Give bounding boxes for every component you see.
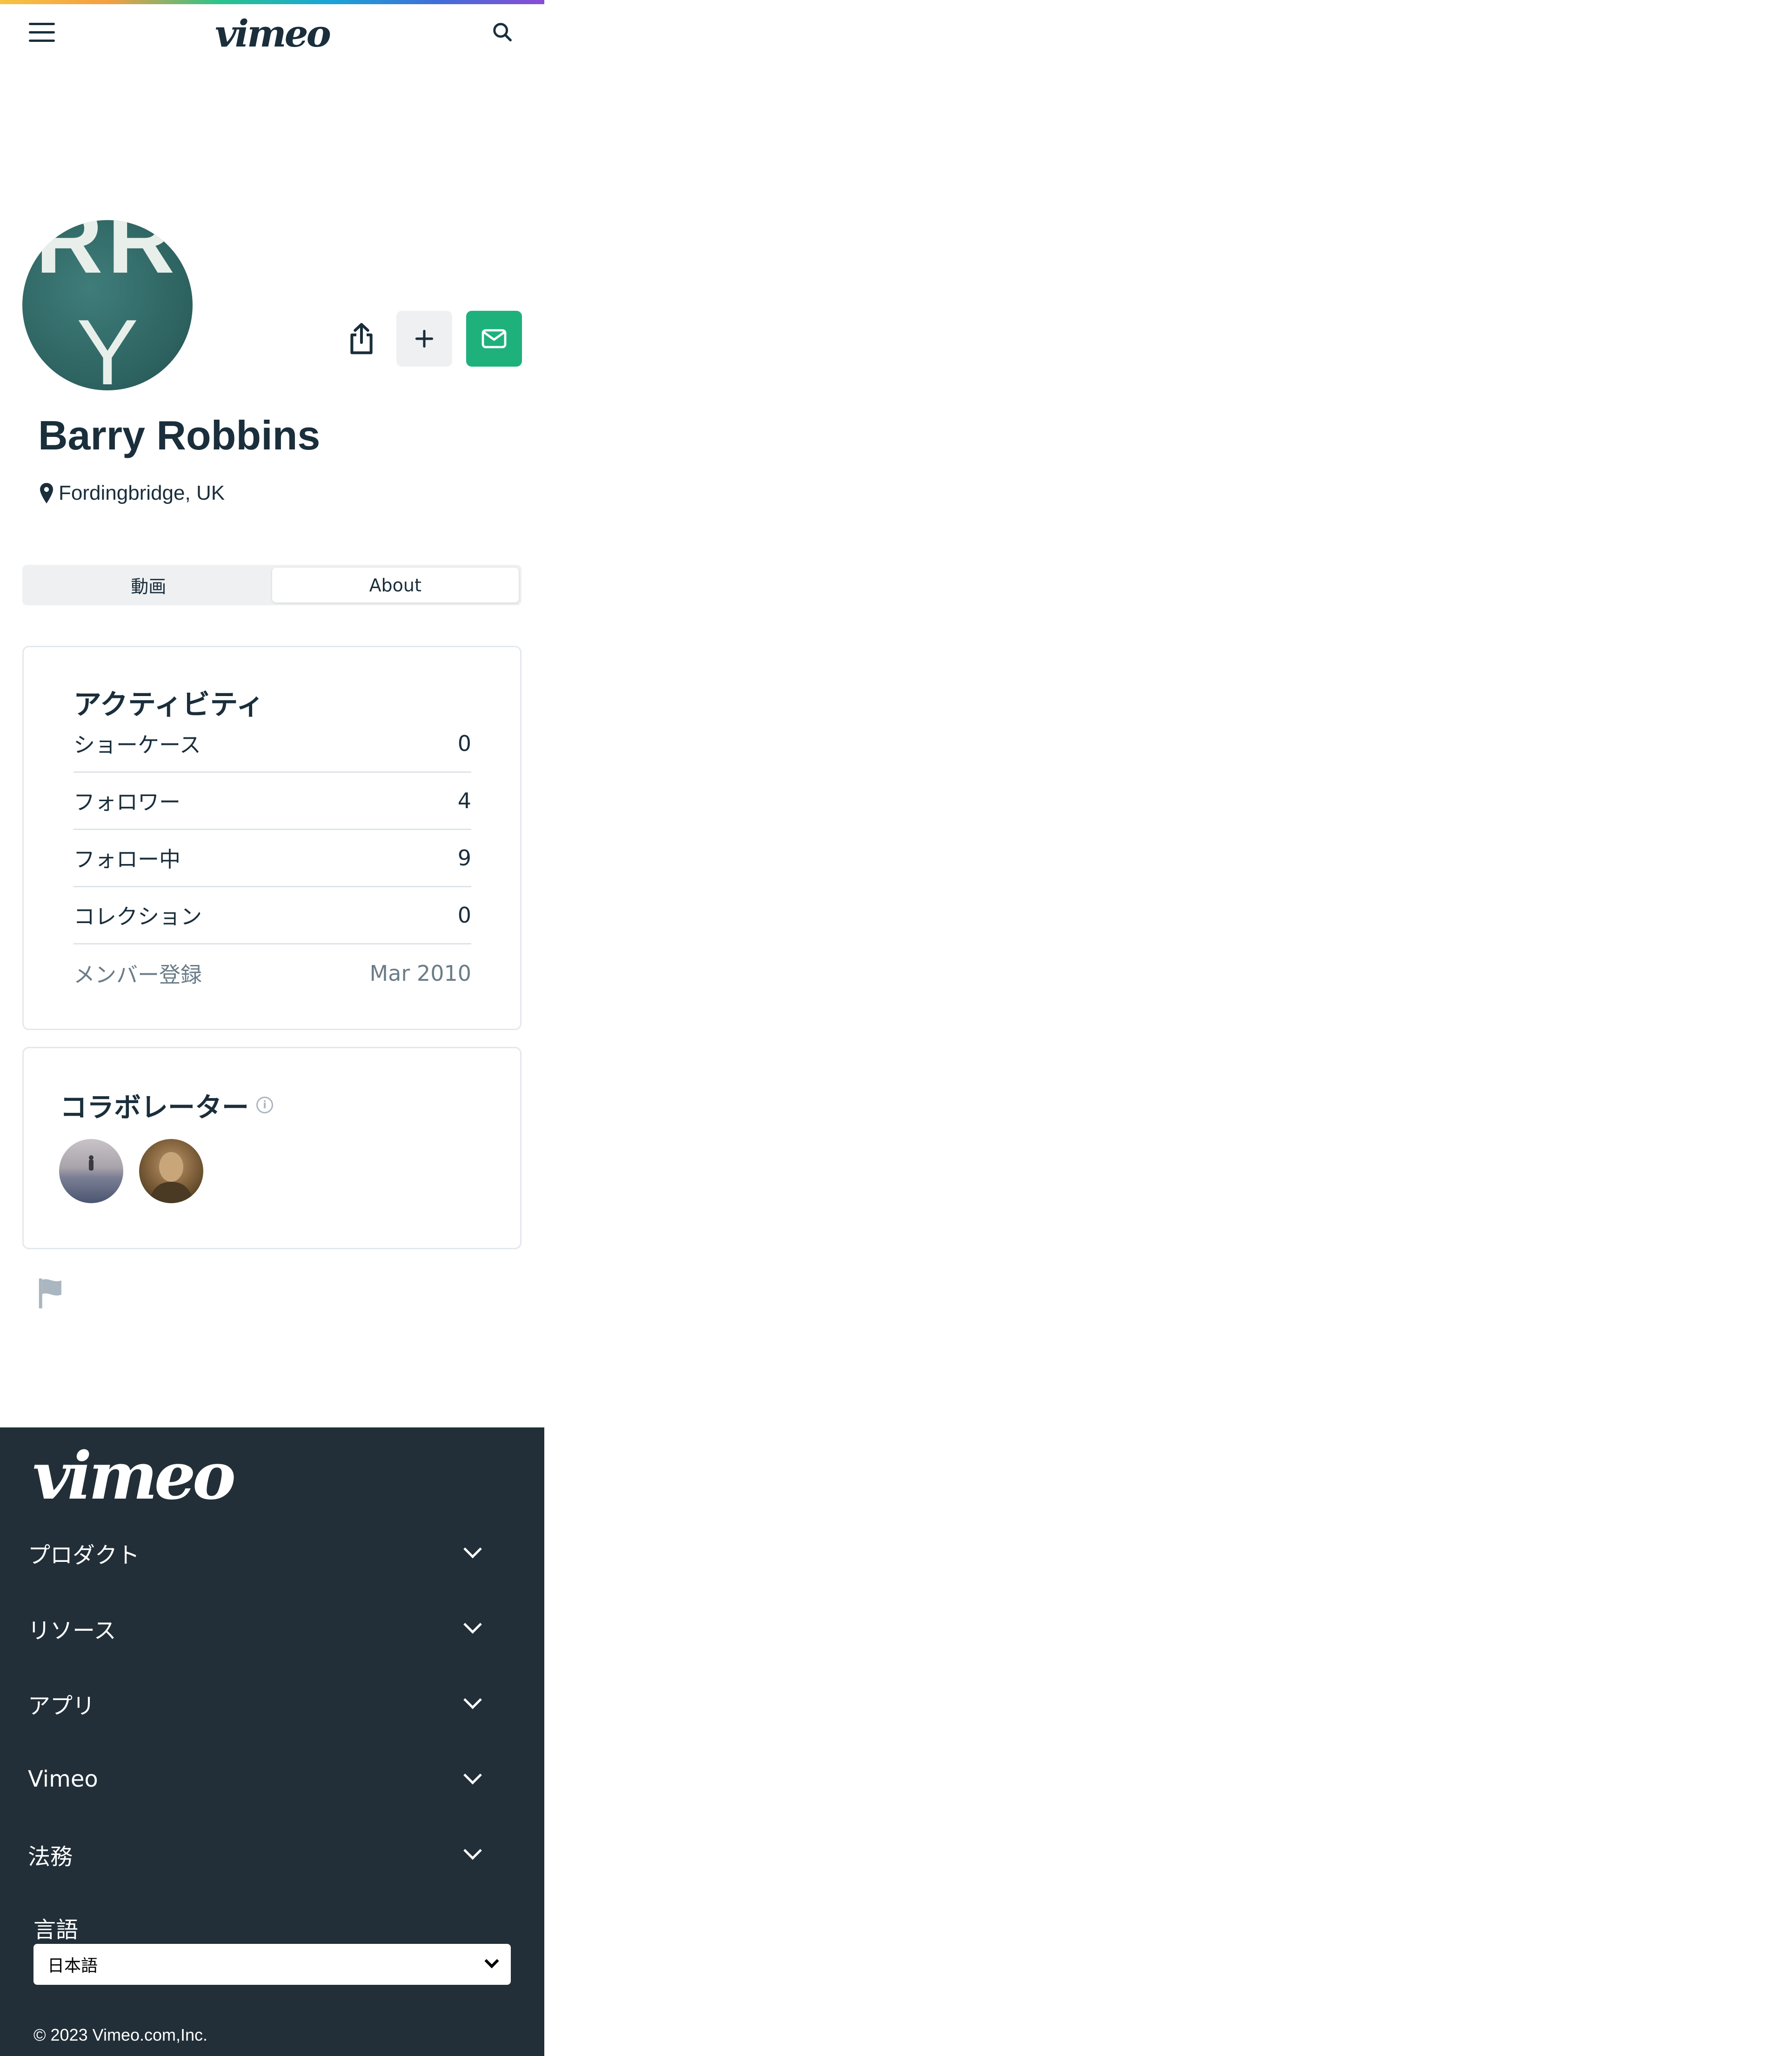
language-label: 言語 — [33, 1917, 79, 1943]
follow-button[interactable] — [396, 311, 452, 367]
stat-row-following[interactable]: フォロー中 9 — [74, 830, 471, 887]
stat-row-collections[interactable]: コレクション 0 — [74, 887, 471, 944]
footer-section-label: リソース — [28, 1618, 116, 1644]
language-selected-value: 日本語 — [47, 1956, 98, 1976]
footer-section-label: アプリ — [28, 1693, 95, 1719]
chevron-down-icon — [463, 1690, 482, 1709]
share-icon — [350, 323, 373, 355]
plus-icon — [415, 329, 434, 348]
collaborators-title-text: コラボレーター — [60, 1092, 249, 1123]
profile-tabs: 動画 About — [22, 565, 522, 605]
mail-icon — [481, 329, 507, 348]
search-icon[interactable] — [481, 16, 523, 48]
footer-section-apps[interactable]: アプリ — [28, 1676, 484, 1732]
footer-section-label: 法務 — [28, 1844, 73, 1870]
top-rainbow-bar — [0, 0, 544, 4]
footer-vimeo-logo[interactable]: vimeo — [33, 1437, 236, 1516]
stat-label: フォロー中 — [74, 847, 181, 872]
stat-row-member-since: メンバー登録 Mar 2010 — [74, 944, 471, 1002]
footer-section-vimeo[interactable]: Vimeo — [28, 1751, 484, 1807]
top-nav-bar: vimeo — [0, 4, 544, 58]
stat-row-showcases[interactable]: ショーケース 0 — [74, 716, 471, 773]
footer-section-legal[interactable]: 法務 — [28, 1827, 484, 1882]
report-flag-icon[interactable] — [37, 1277, 65, 1310]
info-icon[interactable]: i — [256, 1097, 274, 1113]
tab-about[interactable]: About — [272, 568, 519, 603]
location-text: Fordingbridge, UK — [59, 482, 225, 504]
stat-row-followers[interactable]: フォロワー 4 — [74, 773, 471, 830]
footer-section-label: プロダクト — [28, 1542, 140, 1568]
chevron-down-icon — [463, 1841, 482, 1860]
profile-avatar: RR Y — [22, 220, 193, 390]
location-pin-icon — [40, 483, 53, 503]
chevron-down-icon — [463, 1540, 482, 1559]
activity-card: アクティビティ ショーケース 0 フォロワー 4 フォロー中 9 コレクション … — [22, 646, 522, 1030]
avatar-letters-top: RR — [35, 220, 180, 293]
language-select[interactable]: 日本語 — [33, 1944, 511, 1985]
avatar-letters-bottom: Y — [76, 301, 139, 390]
message-button[interactable] — [466, 311, 522, 367]
footer-section-products[interactable]: プロダクト — [28, 1525, 484, 1581]
collaborator-avatar[interactable] — [139, 1139, 203, 1203]
stat-label: フォロワー — [74, 790, 181, 815]
stat-value: 4 — [457, 788, 471, 813]
footer-section-resources[interactable]: リソース — [28, 1601, 484, 1656]
stat-value: 0 — [457, 731, 471, 756]
stat-label: コレクション — [74, 904, 202, 929]
stat-label: ショーケース — [74, 732, 201, 757]
chevron-down-icon — [463, 1766, 482, 1785]
hamburger-menu-icon[interactable] — [21, 13, 63, 51]
collaborators-card: コラボレーター i — [22, 1047, 522, 1249]
stat-value: 0 — [457, 903, 471, 928]
collaborators-title: コラボレーター i — [60, 1085, 274, 1125]
profile-name: Barry Robbins — [38, 412, 321, 458]
profile-page: vimeo RR Y Barry Robbins Fordingbridge, … — [0, 0, 544, 2056]
stat-value: 9 — [457, 845, 471, 871]
footer-section-label: Vimeo — [28, 1766, 98, 1792]
site-footer: vimeo プロダクト リソース アプリ Vimeo 法務 言語 日本語 © 2… — [0, 1427, 544, 2056]
profile-location: Fordingbridge, UK — [39, 482, 225, 505]
chevron-down-icon — [463, 1615, 482, 1634]
stat-label: メンバー登録 — [74, 962, 202, 987]
tab-videos[interactable]: 動画 — [25, 568, 272, 603]
stat-value: Mar 2010 — [369, 960, 471, 986]
share-button[interactable] — [334, 311, 389, 367]
chevron-down-icon — [484, 1954, 499, 1969]
vimeo-logo[interactable]: vimeo — [212, 13, 333, 54]
copyright-text: © 2023 Vimeo.com,Inc. — [33, 2025, 208, 2044]
collaborator-avatar[interactable] — [59, 1139, 123, 1203]
